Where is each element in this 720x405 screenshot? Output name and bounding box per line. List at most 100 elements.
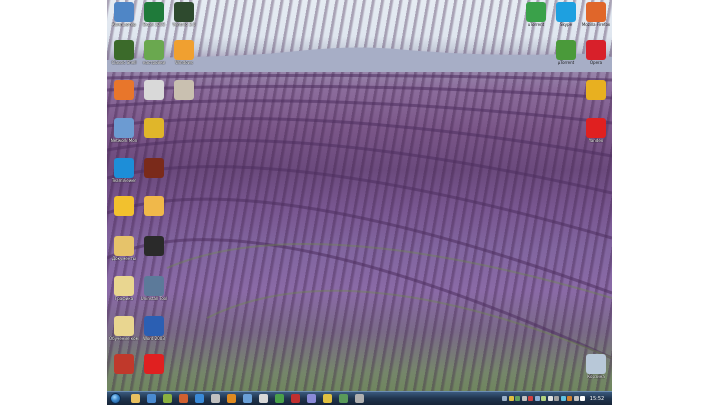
desktop-icon-label: Документы — [112, 256, 136, 261]
opera-icon — [586, 40, 606, 60]
desktop-icon[interactable] — [139, 80, 169, 100]
recycle-bin-icon — [586, 354, 606, 374]
teamviewer-icon — [114, 158, 134, 178]
folder-icon — [114, 316, 134, 336]
tray-icon[interactable] — [573, 396, 579, 401]
desktop-icon[interactable]: Mozilla Firefox — [581, 2, 611, 27]
app-icon-orange — [114, 80, 134, 100]
network-icon — [114, 118, 134, 138]
shell-icon — [114, 40, 134, 60]
desktop-icon-label: Opera — [589, 60, 603, 65]
desktop-icon[interactable]: Yandex — [581, 118, 611, 143]
desktop-icon-label: Yandex — [588, 138, 604, 143]
app-icon[interactable] — [243, 394, 252, 403]
desktop[interactable]: Компьютер Excel 2003 Ventrilo 3.0 Classic S… — [107, 0, 612, 405]
desktop-icon[interactable] — [139, 158, 169, 178]
desktop-icon-label: TeamViewer — [111, 178, 137, 183]
lavender-rows — [107, 73, 612, 360]
tray-icon[interactable] — [547, 396, 553, 401]
desktop-icon[interactable]: Network Mon — [109, 118, 139, 143]
tray-icon[interactable] — [534, 396, 540, 401]
desktop-icon[interactable] — [139, 354, 169, 374]
desktop-icon[interactable] — [139, 196, 169, 216]
desktop-icon[interactable]: Skype — [551, 2, 581, 27]
computer-icon — [114, 2, 134, 22]
desktop-icon[interactable]: Обучение компьютеру — [109, 316, 139, 341]
desktop-icon[interactable]: TeamViewer — [109, 158, 139, 183]
ie-icon[interactable] — [195, 394, 204, 403]
app-icon[interactable] — [339, 394, 348, 403]
people-icon — [526, 2, 546, 22]
tray-icon[interactable] — [528, 396, 533, 401]
desktop-icon[interactable]: uTorrent — [521, 2, 551, 27]
desktop-icon-label: настройки — [142, 60, 166, 65]
desktop-icon-label: Корзина — [587, 374, 605, 379]
app-icon[interactable] — [163, 394, 172, 403]
app-icon[interactable] — [275, 394, 284, 403]
desktop-icon[interactable] — [109, 354, 139, 374]
desktop-icon-label: Windows — [175, 60, 193, 65]
desktop-icon[interactable]: Windows — [169, 40, 199, 65]
documents-icon — [114, 236, 134, 256]
desktop-icon-label: Excel 2003 — [142, 22, 166, 27]
app-icon[interactable] — [355, 394, 364, 403]
video-frame: Компьютер Excel 2003 Ventrilo 3.0 Classic S… — [0, 0, 720, 405]
desktop-icon[interactable]: µTorrent — [551, 40, 581, 65]
desktop-icon[interactable] — [169, 80, 199, 100]
picture-icon — [174, 80, 194, 100]
graphics-folder-icon — [114, 276, 134, 296]
desktop-icon[interactable]: Компьютер — [109, 2, 139, 27]
app-icon[interactable] — [259, 394, 268, 403]
desktop-icon[interactable]: Uninstall Tool — [139, 276, 169, 301]
excel-icon — [144, 2, 164, 22]
tray-icon[interactable] — [508, 396, 514, 401]
desktop-icon-label: Word 2003 — [143, 336, 165, 341]
windows-orb-icon — [174, 40, 194, 60]
desktop-icon-label: Network Mon — [110, 138, 138, 143]
utorrent-icon — [556, 40, 576, 60]
chart-app-icon — [144, 118, 164, 138]
app-icon[interactable] — [307, 394, 316, 403]
desktop-icon-label: Classic Shell — [111, 60, 137, 65]
app-icon[interactable] — [291, 394, 300, 403]
folder-icon — [144, 196, 164, 216]
tray-icon[interactable] — [567, 396, 572, 401]
desktop-icon[interactable]: Opera — [581, 40, 611, 65]
desktop-icon[interactable] — [109, 196, 139, 216]
dark-app-icon — [144, 236, 164, 256]
desktop-icon[interactable]: Графика — [109, 276, 139, 301]
taskbar-clock[interactable]: 15:52 — [587, 394, 607, 404]
media-icon[interactable] — [147, 394, 156, 403]
app-icon[interactable] — [227, 394, 236, 403]
tray-icon[interactable] — [554, 396, 559, 401]
desktop-icon[interactable] — [109, 80, 139, 100]
desktop-icon[interactable]: Excel 2003 — [139, 2, 169, 27]
desktop-icon[interactable]: Документы — [109, 236, 139, 261]
app-icon[interactable] — [179, 394, 188, 403]
app-icon[interactable] — [323, 394, 332, 403]
desktop-icon-label: Компьютер — [112, 22, 136, 27]
desktop-icon[interactable]: Ventrilo 3.0 — [169, 2, 199, 27]
desktop-icon[interactable] — [581, 80, 611, 100]
desktop-icon-label: Uninstall Tool — [140, 296, 168, 301]
tray-icon[interactable] — [515, 396, 520, 401]
explorer-icon[interactable] — [131, 394, 140, 403]
desktop-icon-label: Ventrilo 3.0 — [172, 22, 196, 27]
start-orb-icon[interactable] — [110, 393, 121, 404]
headset-icon — [174, 2, 194, 22]
skype-icon — [556, 2, 576, 22]
desktop-icon[interactable]: Корзина — [581, 354, 611, 379]
desktop-icon[interactable] — [139, 236, 169, 256]
tray-icon[interactable] — [541, 396, 546, 401]
taskbar: 15:52 — [107, 391, 612, 405]
desktop-icon[interactable]: настройки — [139, 40, 169, 65]
desktop-icon[interactable]: Classic Shell — [109, 40, 139, 65]
tray-icon[interactable] — [560, 396, 566, 401]
app-icon[interactable] — [211, 394, 220, 403]
tray-icon[interactable] — [580, 396, 585, 401]
tray-icon[interactable] — [502, 396, 507, 401]
desktop-icon[interactable]: Word 2003 — [139, 316, 169, 341]
desktop-icon[interactable] — [139, 118, 169, 138]
tray-icon[interactable] — [521, 396, 527, 401]
chrome-icon — [586, 80, 606, 100]
